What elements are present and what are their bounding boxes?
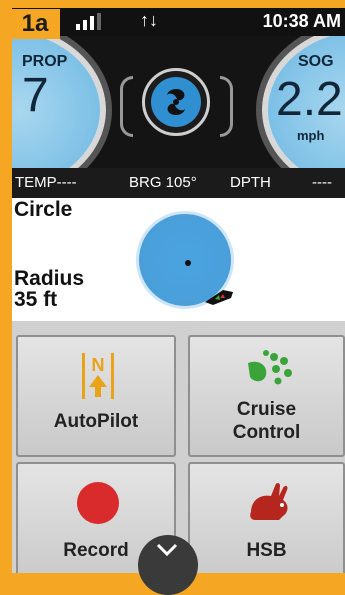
prop-bracket-left (120, 76, 133, 137)
prop-bracket-right (220, 76, 233, 137)
autopilot-button[interactable]: N AutoPilot (16, 335, 176, 457)
chevron-down-icon (156, 543, 178, 557)
expand-menu-button[interactable] (138, 535, 198, 595)
status-bar: ↑↓ 10:38 AM (12, 8, 345, 36)
record-icon (77, 482, 119, 524)
propeller-button[interactable] (142, 68, 210, 136)
depth-value: ---- (312, 174, 332, 191)
clock: 10:38 AM (262, 11, 341, 31)
autopilot-icon: N (82, 353, 114, 399)
prop-value: 7 (22, 69, 49, 122)
info-strip: TEMP---- BRG 105° DPTH ---- (12, 168, 345, 198)
circle-mode-panel: Circle Radius 35 ft (12, 198, 345, 321)
mode-title: Circle (14, 198, 73, 221)
device-screen: ↑↓ 10:38 AM PROP 7 SOG 2.2 mph TEMP---- … (12, 8, 345, 573)
autopilot-label: AutoPilot (53, 411, 139, 432)
hsb-button[interactable]: HSB (188, 462, 345, 573)
gauge-header: PROP 7 SOG 2.2 mph (12, 36, 345, 168)
center-point (185, 260, 191, 266)
function-grid: N AutoPilot Cruise Control Record HSB (12, 321, 345, 573)
rabbit-icon (250, 483, 288, 520)
radius-label: Radius (14, 267, 85, 290)
boat-icon (205, 290, 233, 305)
svg-text:N: N (92, 355, 105, 375)
sog-value: 2.2 (276, 73, 343, 126)
signal-strength-icon (76, 13, 101, 30)
cruise-label-line2: Control (232, 422, 301, 443)
circle-pattern-display[interactable] (136, 211, 234, 309)
radius-value: 35 ft (14, 288, 58, 311)
bearing-readout: BRG 105° (129, 174, 197, 191)
cruise-control-button[interactable]: Cruise Control (188, 335, 345, 457)
cruise-label-line1: Cruise (236, 399, 297, 420)
temp-readout: TEMP---- (15, 174, 77, 191)
depth-label: DPTH (230, 174, 271, 191)
cruise-control-icon (248, 350, 292, 385)
data-transfer-icon: ↑↓ (140, 10, 158, 30)
propeller-icon (151, 77, 201, 127)
sog-unit: mph (297, 128, 325, 143)
sog-label: SOG (298, 53, 334, 70)
figure-label: 1a (10, 9, 60, 39)
hsb-label: HSB (246, 540, 287, 561)
